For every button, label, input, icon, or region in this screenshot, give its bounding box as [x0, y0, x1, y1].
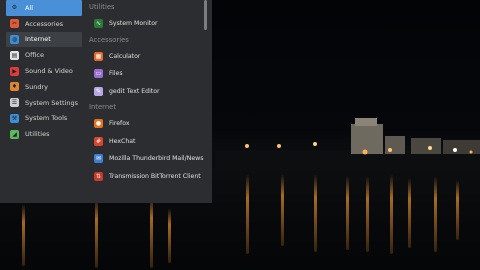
category-label: Internet: [25, 35, 51, 44]
tools-icon: ⚒: [10, 113, 19, 123]
monitor-icon: ∿: [94, 19, 103, 29]
calculator-icon: ▦: [94, 51, 103, 61]
app-item-firefox[interactable]: ● Firefox: [89, 115, 205, 133]
thunderbird-icon: ✉: [94, 154, 103, 164]
category-label: System Settings: [25, 98, 78, 107]
accessories-icon: ✂: [10, 19, 19, 29]
category-accessories[interactable]: ✂ Accessories: [6, 16, 82, 32]
app-item-calculator[interactable]: ▦ Calculator: [89, 48, 205, 66]
city-skyline: [215, 118, 480, 170]
app-label: Firefox: [109, 120, 130, 128]
app-label: Mozilla Thunderbird Mail/News: [109, 155, 204, 163]
category-label: Utilities: [25, 130, 50, 139]
section-heading: Internet: [89, 103, 116, 111]
transmission-icon: ⇅: [94, 171, 103, 181]
application-list: Utilities ∿ System Monitor Accessories ▦ Calc…: [89, 0, 205, 185]
category-label: Accessories: [25, 19, 64, 28]
firefox-icon: ●: [94, 119, 103, 129]
category-sundry[interactable]: ♦ Sundry: [6, 79, 82, 95]
category-list: ⚙ All ✂ Accessories ◍ Internet ▤ Office ▶ Sound &…: [6, 0, 82, 142]
app-label: System Monitor: [109, 20, 158, 28]
category-office[interactable]: ▤ Office: [6, 47, 82, 63]
category-system-tools[interactable]: ⚒ System Tools: [6, 111, 82, 127]
category-label: Office: [25, 51, 44, 60]
settings-icon: ☰: [10, 98, 19, 108]
app-item-system-monitor[interactable]: ∿ System Monitor: [89, 15, 205, 33]
app-item-files[interactable]: ▭ Files: [89, 65, 205, 83]
category-internet[interactable]: ◍ Internet: [6, 31, 82, 48]
category-label: Sound & Video: [25, 67, 73, 76]
hexchat-icon: #: [94, 136, 103, 146]
sundry-icon: ♦: [10, 82, 19, 92]
category-sound-video[interactable]: ▶ Sound & Video: [6, 63, 82, 79]
app-item-mozilla-thunderbird-mail-news[interactable]: ✉ Mozilla Thunderbird Mail/News: [89, 150, 205, 168]
app-label: Files: [109, 70, 123, 78]
category-label: System Tools: [25, 114, 68, 123]
utilities-icon: ◢: [10, 129, 19, 139]
text-editor-icon: ✎: [94, 86, 103, 96]
application-menu: ⚙ All ✂ Accessories ◍ Internet ▤ Office ▶ Sound &…: [0, 0, 212, 203]
app-item-hexchat[interactable]: # HexChat: [89, 133, 205, 151]
category-label: Sundry: [25, 82, 49, 91]
category-all[interactable]: ⚙ All: [6, 0, 82, 16]
app-label: gedit Text Editor: [109, 87, 160, 95]
globe-icon: ◍: [10, 34, 19, 44]
section-heading: Accessories: [89, 35, 129, 44]
office-icon: ▤: [10, 50, 19, 60]
media-icon: ▶: [10, 66, 19, 76]
app-item-transmission-bittorrent-client[interactable]: ⇅ Transmission BitTorrent Client: [89, 168, 205, 186]
category-utilities[interactable]: ◢ Utilities: [6, 126, 82, 142]
app-label: HexChat: [109, 137, 136, 145]
app-label: Calculator: [109, 52, 141, 60]
section-heading: Utilities: [89, 3, 115, 11]
category-system-settings[interactable]: ☰ System Settings: [6, 95, 82, 111]
category-label: All: [25, 3, 34, 12]
menu-scrollbar[interactable]: [204, 0, 207, 30]
app-label: Transmission BitTorrent Client: [109, 172, 201, 180]
app-item-gedit-text-editor[interactable]: ✎ gedit Text Editor: [89, 83, 205, 101]
gear-icon: ⚙: [10, 3, 19, 13]
folder-icon: ▭: [94, 69, 103, 79]
